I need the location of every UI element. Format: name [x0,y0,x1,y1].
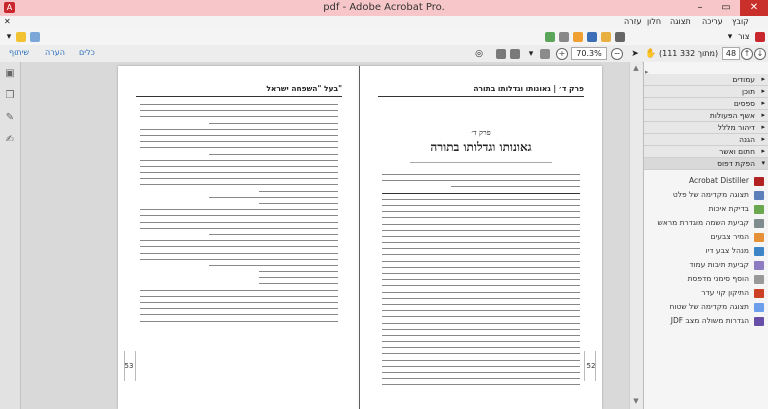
accessibility-icon[interactable]: ◎ [474,49,484,59]
tool-edit-preset[interactable]: קביעת השמה מוגדרת מראש [644,217,768,229]
bookmarks-icon[interactable]: ❒ [5,90,15,102]
minimize-icon[interactable]: – [686,0,714,16]
page-number-field[interactable]: 48 [722,47,740,60]
section-pages[interactable]: ▸ עמודים [644,74,768,86]
preflight-icon [754,205,764,214]
create-pdf-icon[interactable] [755,32,765,42]
flattener-icon [754,303,764,312]
page-text-block [382,174,580,391]
chapter-title: גאונותו וגדלותו בתורה [430,140,532,154]
quick-tools-bar: ▾ ▾ צור [0,29,768,46]
vertical-scrollbar[interactable]: ▲ ▼ [629,62,642,409]
fit-page-icon[interactable] [540,49,550,59]
tool-add-printer-marks[interactable]: הוסף סימני מדפסת [644,273,768,285]
tool-preflight[interactable]: בדיקת איכות [644,203,768,215]
tool-flattener-preview[interactable]: תצוגה מקדימה של שטוח [644,301,768,313]
running-head: בעל "השפחה ישראל" [136,82,342,97]
email-icon[interactable] [30,32,40,42]
zoom-in-icon[interactable]: + [556,48,568,60]
menu-view[interactable]: תצוגה [670,17,691,26]
page-boxes-icon [754,261,764,270]
hairlines-icon [754,289,764,298]
tool-output-preview[interactable]: תצוגה מקדימה של פלט [644,189,768,201]
menu-file[interactable]: קובץ [732,17,749,26]
save-icon[interactable] [587,32,597,42]
hand-tool-icon[interactable]: ✋ [645,49,656,59]
zoom-level-field[interactable]: 70.3% [571,47,607,60]
tool-set-page-boxes[interactable]: קביעת תיבות עמוד [644,259,768,271]
close-icon[interactable]: ✕ [740,0,768,16]
running-head: פרק ד׳ | גאונותו וגדלותו בתורה [378,82,584,97]
document-view[interactable]: בעל "השפחה ישראל" 53 פרק ד׳ | גאונותו וג… [21,62,642,409]
tool-jdf-job-definitions[interactable]: הגדרות משולה מצב JDF [644,315,768,327]
running-head-title: בעל "השפחה ישראל" [266,84,342,93]
page-ornament [584,351,596,381]
preset-icon [754,219,764,228]
output-preview-icon [754,191,764,200]
chapter-number: פרק ד׳ [471,128,491,137]
comment-icon[interactable] [16,32,26,42]
page-ornament [124,351,136,381]
document-page-right: פרק ד׳ | גאונותו וגדלותו בתורה פרק ד׳ גא… [360,66,602,409]
section-action-wizard[interactable]: ▸ אשף הפעולות [644,110,768,122]
page-text-block [140,104,338,327]
zoom-out-icon[interactable]: − [611,48,623,60]
menu-window[interactable]: חלון [647,17,661,26]
section-forms[interactable]: ▸ ספסים [644,98,768,110]
page-view-icon[interactable] [496,49,506,59]
select-arrow-icon[interactable]: ➤ [630,49,640,59]
tool-acrobat-distiller[interactable]: Acrobat Distiller [644,175,768,187]
divider [410,162,552,163]
share-button[interactable]: שיתוף [4,47,34,59]
running-head-title: פרק ד׳ | גאונותו וגדלותו בתורה [473,84,584,93]
page-total: (111 מתוך 332) [659,49,719,58]
distiller-icon [754,177,764,186]
window-title: pdf - Adobe Acrobat Pro. [323,2,445,13]
tool-fix-hairlines[interactable]: התיקון קוי עדר [644,287,768,299]
page-thumbnails-icon[interactable]: ▣ [5,68,15,80]
tool-ink-manager[interactable]: מנהל צבע דיו [644,245,768,257]
section-text-recognition[interactable]: ▸ דיהור מללל [644,122,768,134]
tool-convert-colors[interactable]: המיר צבעים [644,231,768,243]
section-sign-certify[interactable]: ▸ חתום ואשר [644,146,768,158]
chevron-down-icon[interactable]: ▾ [4,32,14,42]
close-document-icon[interactable]: ✕ [4,17,11,26]
open-folder-icon[interactable] [601,32,611,42]
print-icon[interactable] [559,32,569,42]
chevron-down-icon[interactable]: ▾ [526,49,536,59]
tools-button[interactable]: כלים [74,47,100,59]
title-bar: A pdf - Adobe Acrobat Pro. – ▭ ✕ [0,0,768,17]
scroll-up-icon[interactable]: ▲ [630,64,642,74]
scroll-down-icon[interactable]: ▼ [630,397,642,407]
next-page-icon[interactable]: ↓ [754,48,766,60]
two-page-icon[interactable] [510,49,520,59]
section-content[interactable]: ▸ תוכן [644,86,768,98]
menu-edit[interactable]: עריכה [702,17,723,26]
settings-icon[interactable] [615,32,625,42]
maximize-icon[interactable]: ▭ [712,0,740,16]
printer-marks-icon [754,275,764,284]
comment-button[interactable]: הערה [40,47,70,59]
menu-bar: ✕ קובץ עריכה תצוגה חלון עזרה [0,16,768,30]
tools-panel: ▸ ▸ עמודים ▸ תוכן ▸ ספסים ▸ אשף הפעולות ▸ דיה… [643,62,768,409]
share-icon[interactable] [573,32,583,42]
edit-text-icon[interactable] [545,32,555,42]
signatures-icon[interactable]: ✍ [5,134,15,146]
navigation-toolbar: שיתוף הערה כלים ◎ ▾ + 70.3% − ➤ ✋ (111 מ… [0,45,768,63]
jdf-icon [754,317,764,326]
document-page-left: בעל "השפחה ישראל" 53 [118,66,360,409]
ink-manager-icon [754,247,764,256]
previous-page-icon[interactable]: ↑ [741,48,753,60]
convert-colors-icon [754,233,764,242]
chevron-down-icon[interactable]: ▾ [725,32,735,42]
create-label[interactable]: צור [738,32,749,41]
menu-help[interactable]: עזרה [624,17,642,26]
section-protection[interactable]: ▸ הגנה [644,134,768,146]
attachments-icon[interactable]: ✎ [5,112,15,124]
left-navigation-pane: ▣ ❒ ✎ ✍ [0,62,21,409]
section-print-production[interactable]: ▾ הפקת דפוס [644,158,768,170]
